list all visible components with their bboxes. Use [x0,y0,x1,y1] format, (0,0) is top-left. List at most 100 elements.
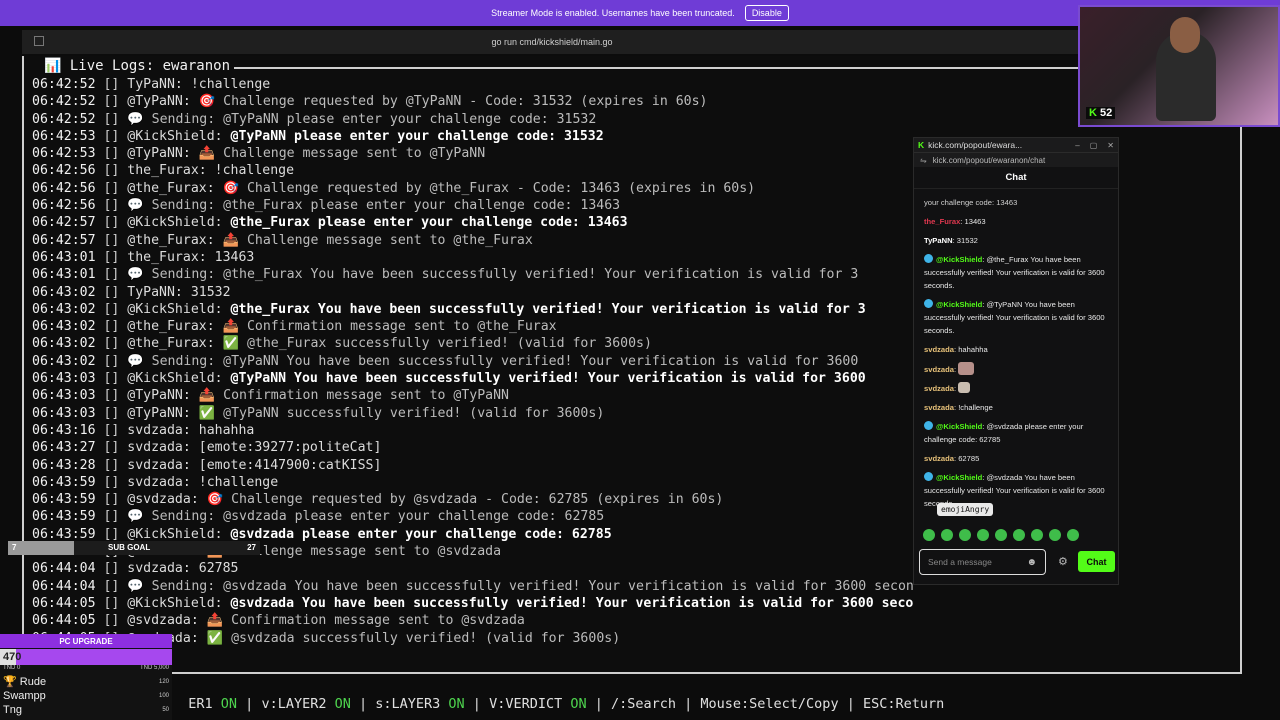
emote-button[interactable] [995,529,1007,541]
log-level-brackets: [] [95,388,128,404]
chat-username[interactable]: TyPaNN [924,236,953,245]
status-state: ON [448,696,465,712]
minimize-icon[interactable]: – [1075,141,1079,150]
maximize-icon[interactable]: ▢ [1090,141,1098,150]
log-status-icon: ✅ [198,405,216,421]
log-time: 06:42:52 [32,77,96,92]
emote-button[interactable] [923,529,935,541]
log-level-brackets: [] [95,163,128,179]
log-level-brackets: [] [95,111,128,127]
streamer-head [1170,17,1200,53]
disable-button[interactable]: Disable [744,5,789,21]
log-line: 06:42:56 [] the_Furax: !challenge [32,162,914,179]
log-user: @KickShield: [127,595,223,611]
log-user: @KickShield: [127,301,223,317]
log-line: 06:44:05 [] @svdzada: 📤 Confirmation mes… [32,612,914,629]
window-pin-icon[interactable] [34,36,44,46]
log-time: 06:43:02 [32,353,96,369]
status-label: v:LAYER2 [261,696,335,712]
chat-username[interactable]: @KickShield [936,300,982,309]
log-message: 13463 [214,249,255,265]
log-user: @TyPaNN: [127,94,191,110]
chat-message: @KickShield: @the_Furax You have been su… [924,253,1112,292]
chat-message-input[interactable]: Send a message ☻ [919,549,1046,575]
close-icon[interactable]: ✕ [1107,141,1114,150]
donor-amount: 100 [158,693,169,699]
donation-goal-range: TND 0 TND 5,000 [0,665,172,675]
log-time: 06:42:53 [32,146,96,162]
emote-button[interactable] [1049,529,1061,541]
emote-button[interactable] [1067,529,1079,541]
log-message: Confirmation message sent to @svdzada [231,613,525,629]
donor-name: Tng [3,704,22,716]
log-level-brackets: [] [95,94,128,110]
chat-message-list[interactable]: your challenge code: 13463 the_Furax: 134… [924,196,1112,518]
emote-button[interactable] [941,529,953,541]
webcam-overlay: K 52 [1078,5,1280,127]
log-time: 06:43:02 [32,336,96,352]
log-user: @the_Furax: [127,336,215,352]
emote-button[interactable] [977,529,989,541]
log-status-icon: 💬 [127,267,144,283]
sub-goal-target: 27 [247,543,256,552]
log-status-icon: 💬 [127,509,144,525]
log-user: @the_Furax: [127,180,215,196]
chat-text: : 31532 [952,236,978,245]
emote-button[interactable] [959,529,971,541]
log-user: svdzada: [127,422,191,438]
chat-username[interactable]: the_Furax [924,217,960,226]
chat-username[interactable]: @KickShield [936,473,982,482]
log-message: @TyPaNN please enter your challenge code… [230,128,604,144]
chat-header: Chat [914,167,1118,189]
log-level-brackets: [] [95,267,128,283]
chat-message: svdzada: [924,382,1112,395]
terminal-titlebar: go run cmd/kickshield/main.go [22,30,1082,54]
log-time: 06:42:57 [32,232,96,248]
chat-username[interactable]: svdzada [924,454,954,463]
gear-icon[interactable]: ⚙ [1058,555,1068,568]
emoji-picker-icon[interactable]: ☻ [1026,557,1037,568]
log-level-brackets: [] [95,578,128,594]
log-message: Sending: @the_Furax please enter your ch… [151,198,621,214]
log-level-brackets: [] [95,353,128,369]
log-time: 06:44:05 [32,595,96,611]
log-time: 06:43:01 [32,249,96,265]
chat-username[interactable]: svdzada [924,403,954,412]
log-status-icon: ✅ [206,630,224,646]
chat-message: @KickShield: @svdzada please enter your … [924,420,1112,446]
log-line: 06:43:27 [] svdzada: [emote:39277:polite… [32,439,914,456]
send-chat-button[interactable]: Chat [1078,551,1115,572]
chat-message: svdzada: !challenge [924,401,1112,414]
log-line: 06:43:02 [] @the_Furax: ✅ @the_Furax suc… [32,335,914,352]
chat-input-placeholder: Send a message [928,557,992,567]
url-bar[interactable]: ⇋ kick.com/popout/ewaranon/chat [914,152,1118,167]
log-list[interactable]: 06:42:52 [] TyPaNN: !challenge 06:42:52 [… [32,76,914,648]
chat-message: TyPaNN: 31532 [924,234,1112,247]
log-level-brackets: [] [95,336,128,352]
bot-badge-icon [924,299,933,308]
log-status-icon: 🎯 [206,492,224,508]
chat-username[interactable]: @KickShield [936,422,982,431]
log-status-icon: 💬 [127,111,144,127]
log-user: @svdzada: [127,613,199,629]
emote-button[interactable] [1013,529,1025,541]
log-time: 06:43:02 [32,284,96,300]
log-level-brackets: [] [95,301,128,317]
log-status-icon: 💬 [127,578,144,594]
log-status-icon: 📤 [222,232,240,248]
site-settings-icon[interactable]: ⇋ [920,156,927,165]
chat-username[interactable]: svdzada [924,345,954,354]
log-line: 06:43:02 [] @the_Furax: 📤 Confirmation m… [32,318,914,335]
sub-goal-label: SUB GOAL [108,543,151,552]
chat-username[interactable]: svdzada [924,365,954,374]
chart-icon: 📊 [44,58,62,74]
chat-username[interactable]: svdzada [924,384,954,393]
log-time: 06:43:27 [32,440,96,456]
emote-button[interactable] [1031,529,1043,541]
status-label: V:VERDICT [489,696,571,712]
log-message: [emote:39277:politeCat] [198,440,382,456]
trophy-icon: 🏆 [3,676,17,688]
chat-username[interactable]: @KickShield [936,255,982,264]
log-message: Confirmation message sent to @TyPaNN [223,388,509,404]
chat-message: svdzada: hahahha [924,343,1112,356]
